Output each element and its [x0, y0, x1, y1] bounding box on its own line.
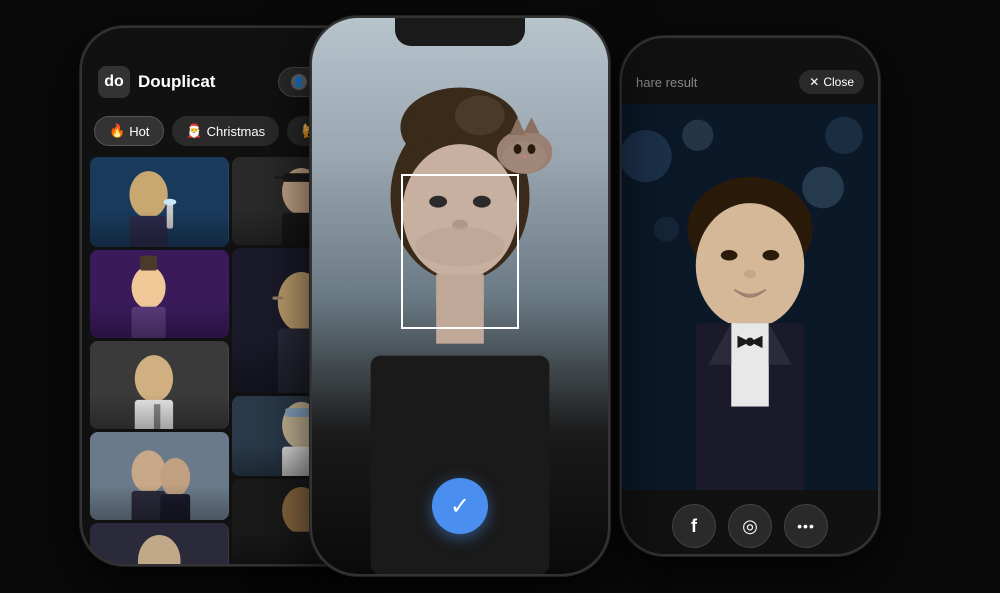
facebook-button[interactable]: f — [672, 504, 716, 548]
close-icon: ✕ — [809, 75, 819, 89]
phone-right-screen: hare result ✕ Close — [622, 38, 878, 554]
app-name: Douplicat — [138, 72, 215, 92]
more-button[interactable]: ••• — [784, 504, 828, 548]
phone-middle-screen: ✓ — [312, 18, 608, 574]
facebook-icon: f — [691, 516, 697, 537]
camera-view: ✓ — [312, 18, 608, 574]
checkmark-icon: ✓ — [450, 492, 470, 521]
christmas-label: Christmas — [207, 124, 266, 139]
instagram-button[interactable]: ◎ — [728, 504, 772, 548]
face-detection-box — [401, 174, 519, 330]
gallery-item-oldman[interactable] — [90, 523, 229, 564]
gallery-item-willy[interactable] — [90, 250, 229, 338]
share-text: hare result — [636, 75, 697, 90]
more-icon: ••• — [797, 518, 815, 534]
hot-emoji: 🔥 — [109, 123, 125, 139]
gallery-item-gatsby[interactable] — [90, 157, 229, 247]
logo-symbol: do — [104, 73, 124, 91]
christmas-emoji: 🎅 — [186, 123, 202, 139]
capture-button[interactable]: ✓ — [432, 478, 488, 534]
app-logo: do Douplicat — [98, 66, 215, 98]
phone-right: hare result ✕ Close — [620, 36, 880, 556]
hot-label: Hot — [129, 124, 149, 139]
close-label: Close — [823, 75, 854, 89]
result-image — [622, 104, 878, 490]
social-bar: f ◎ ••• — [622, 490, 878, 554]
logo-icon: do — [98, 66, 130, 98]
instagram-icon: ◎ — [742, 516, 758, 537]
gallery-col-1 — [90, 157, 229, 564]
filter-tab-hot[interactable]: 🔥 Hot — [94, 116, 164, 146]
gallery-item-marion[interactable] — [90, 432, 229, 520]
profile-icon: 👤 — [291, 74, 307, 90]
phone-middle: ✓ — [310, 16, 610, 576]
gallery-item-chris[interactable] — [90, 341, 229, 429]
filter-tab-christmas[interactable]: 🎅 Christmas — [172, 116, 279, 146]
close-button[interactable]: ✕ Close — [799, 70, 864, 94]
